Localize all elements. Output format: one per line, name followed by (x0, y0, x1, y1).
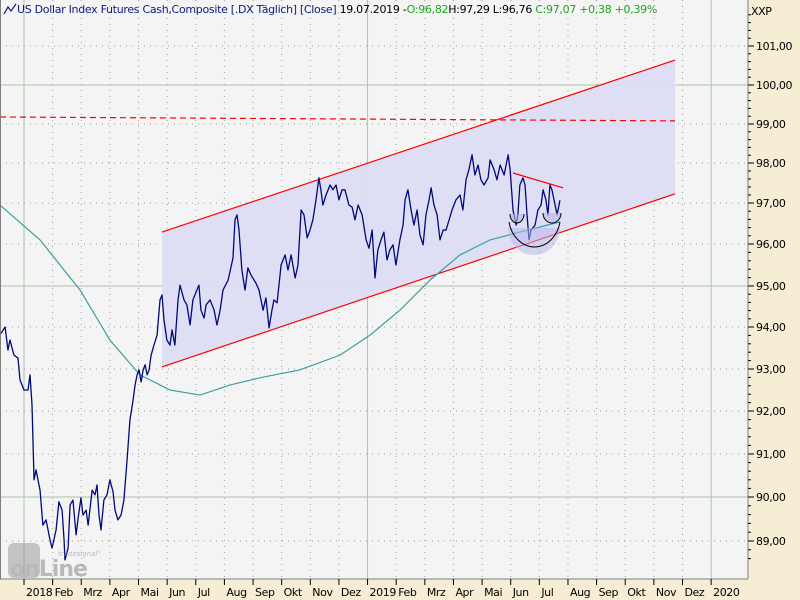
line-chart-icon (3, 3, 17, 18)
high-value: H:97,29 (448, 3, 490, 16)
low-value: L:96,76 (492, 3, 533, 16)
y-tick-label: 93,00 (756, 363, 786, 376)
change-percent: +0,39% (614, 3, 658, 16)
x-tick-label: Okt (627, 586, 646, 599)
y-tick-label: 99,00 (756, 118, 786, 131)
y-tick-label: 101,00 (756, 40, 792, 53)
x-tick-label: Aug (570, 586, 590, 599)
y-tick-label: 89,00 (756, 535, 786, 548)
x-tick-label: Mrz (83, 586, 102, 599)
y-tick-label: 90,00 (756, 491, 786, 504)
y-tick-label: 96,00 (756, 238, 786, 251)
x-tick-label: Okt (284, 586, 303, 599)
x-tick-label: Jun (512, 586, 529, 599)
x-tick-label: Jul (540, 586, 553, 599)
x-tick-label: Dez (341, 586, 361, 599)
x-tick-label: Aug (226, 586, 246, 599)
x-axis[interactable]: 2018 Feb Mrz Apr Mai Jun Jul Aug Sep Okt Nov Dez 201… (0, 579, 749, 600)
x-tick-label: Feb (55, 586, 74, 599)
y-axis-unit: XXP (751, 5, 772, 18)
open-value: O:96,82 (406, 3, 449, 16)
x-tick-label: 2018 (26, 586, 53, 599)
separator: - (402, 3, 407, 16)
svg-text:onLine: onLine (10, 557, 87, 582)
chart-title-bar: US Dollar Index Futures Cash,Composite [… (3, 3, 657, 18)
y-tick-label: 92,00 (756, 405, 786, 418)
change-value: +0,38 (579, 3, 612, 16)
y-tick-label: 95,00 (756, 280, 786, 293)
x-tick-label: Sep (599, 586, 619, 599)
price-chart[interactable]: tradesignal° onLine 101,00100,0099,0098,… (0, 0, 800, 600)
x-tick-label: Jun (168, 586, 185, 599)
x-tick-label: Dez (684, 586, 704, 599)
x-tick-label: Nov (656, 586, 677, 599)
x-tick-label: Apr (455, 586, 474, 599)
y-tick-label: 100,00 (756, 79, 792, 92)
y-tick-label: 94,00 (756, 321, 786, 334)
x-tick-label: Sep (255, 586, 275, 599)
x-tick-label: Apr (112, 586, 131, 599)
y-axis[interactable]: 101,00 100,00 99,00 98,00 97,00 96,00 95,00 94,… (748, 0, 800, 600)
x-tick-label: Mai (141, 586, 159, 599)
x-tick-label: Nov (312, 586, 333, 599)
x-tick-label: Mrz (427, 586, 446, 599)
instrument-name: US Dollar Index Futures Cash,Composite [… (17, 3, 337, 16)
y-tick-label: 91,00 (756, 448, 786, 461)
x-tick-label: 2020 (713, 586, 740, 599)
x-tick-label: Feb (398, 586, 417, 599)
x-tick-label: 2019 (370, 586, 397, 599)
quote-date: 19.07.2019 (339, 3, 400, 16)
y-tick-label: 98,00 (756, 157, 786, 170)
x-tick-label: Mai (484, 586, 502, 599)
x-tick-label: Jul (197, 586, 210, 599)
close-value: C:97,07 (535, 3, 577, 16)
y-tick-label: 97,00 (756, 197, 786, 210)
